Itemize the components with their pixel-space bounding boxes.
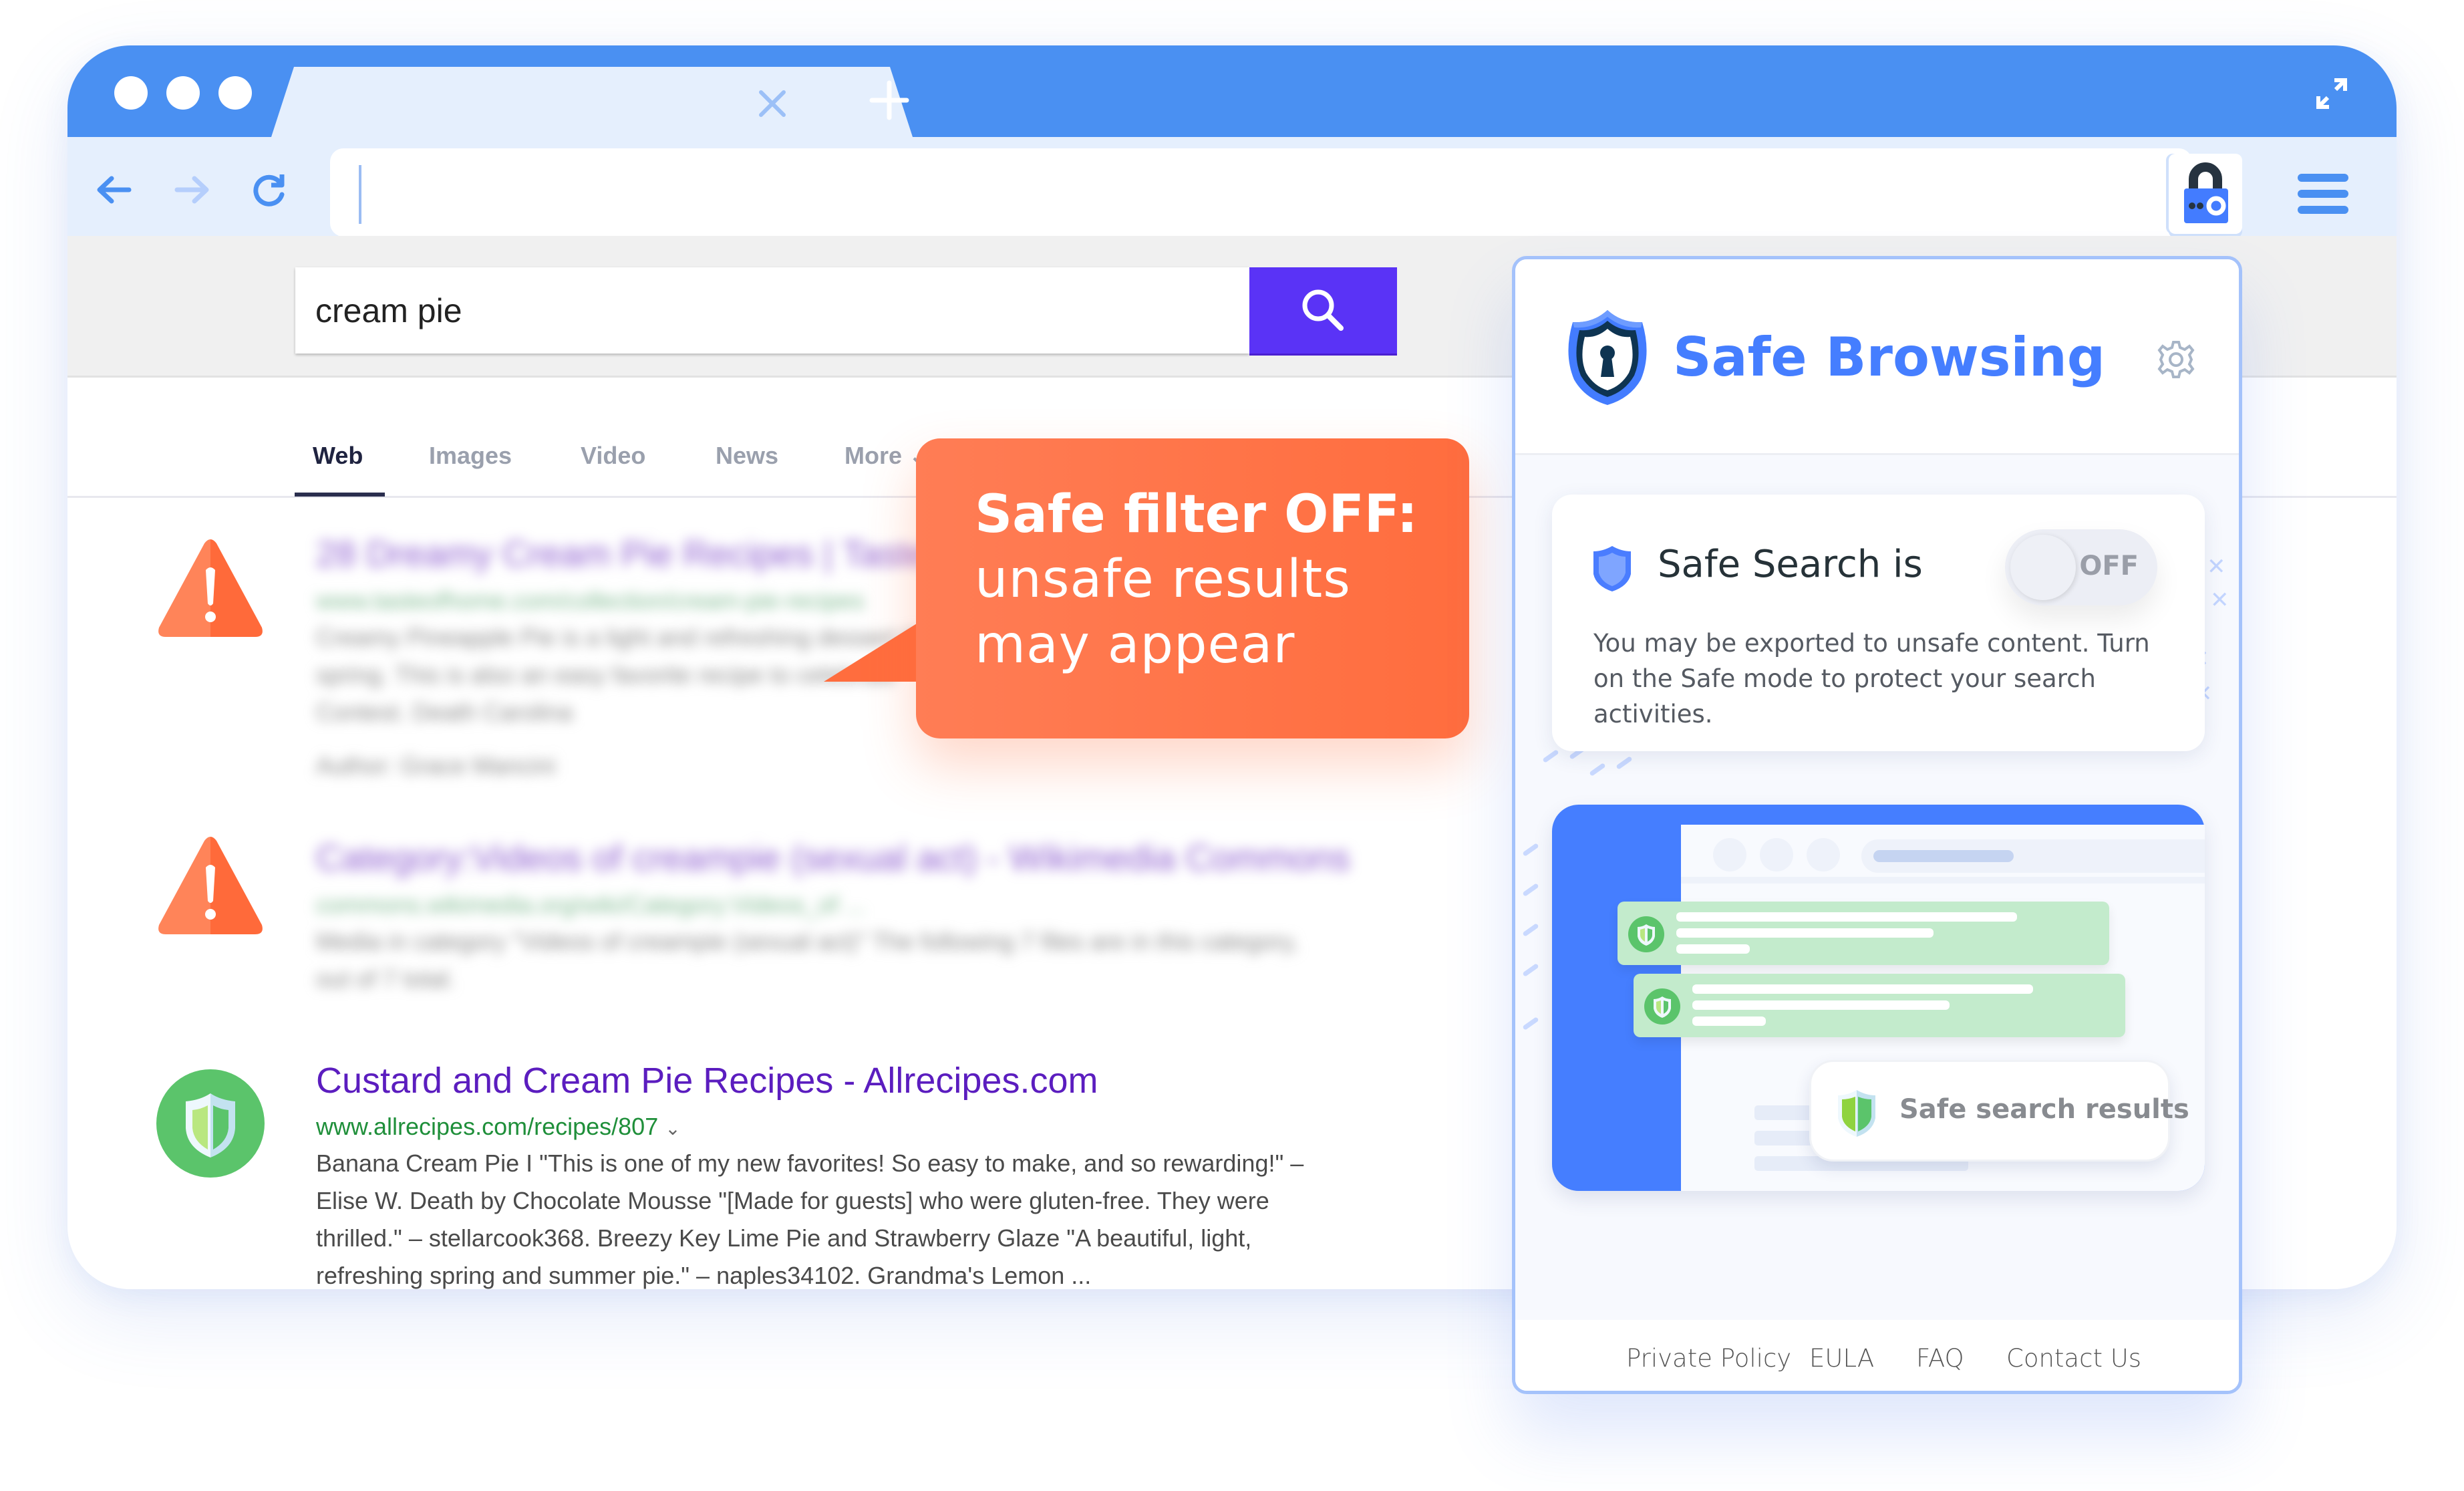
safe-badge-label: Safe search results — [1899, 1094, 2189, 1125]
shield-check-icon — [156, 1069, 265, 1178]
warning-icon — [158, 837, 263, 934]
shield-keyhole-icon — [1568, 310, 1647, 405]
result-snippet: Banana Cream Pie I "This is one of my ne… — [316, 1149, 1304, 1289]
text-caret — [359, 165, 361, 224]
browser-tab[interactable] — [271, 67, 913, 137]
toggle-knob — [2010, 535, 2076, 600]
hamburger-menu-icon[interactable] — [2298, 174, 2348, 214]
safe-search-description: You may be exported to unsafe content. T… — [1593, 629, 2150, 728]
footer-link-private-policy[interactable]: Private Policy — [1626, 1344, 1791, 1373]
illustration-safe-result — [1618, 902, 2109, 965]
result-url: commons.wikimedia.org/wiki/Category:Vide… — [316, 891, 865, 918]
result-url: www.tasteofhome.com/collection/cream-pie… — [316, 587, 865, 614]
search-input[interactable] — [295, 267, 1249, 354]
safe-search-results-badge: Safe search results — [1809, 1060, 2189, 1162]
shield-check-icon — [1644, 988, 1680, 1025]
arrow-left-icon[interactable] — [94, 170, 133, 209]
safe-results-illustration: Safe search results — [1552, 805, 2205, 1191]
safe-search-label: Safe Search is — [1658, 543, 1923, 586]
shield-icon — [1838, 1090, 1875, 1137]
browser-toolbar — [67, 137, 2397, 237]
search-button[interactable] — [1249, 267, 1397, 354]
result-meta: Author: Grace Mancini — [316, 752, 556, 779]
tab-bar — [67, 45, 2397, 137]
expand-icon[interactable] — [2316, 78, 2348, 110]
panel-header: Safe Browsing — [1515, 259, 2239, 455]
shield-check-icon — [1628, 916, 1664, 952]
active-tab-indicator — [295, 493, 385, 497]
tab-images[interactable]: Images — [429, 442, 512, 470]
search-icon — [1302, 289, 1344, 331]
gear-icon[interactable] — [2155, 338, 2197, 381]
safe-search-card: Safe Search is OFF You may be exported t… — [1552, 495, 2205, 751]
tab-video[interactable]: Video — [581, 442, 645, 470]
plus-icon[interactable] — [869, 80, 909, 120]
warning-callout: Safe filter OFF: unsafe results may appe… — [916, 438, 1469, 738]
tab-news[interactable]: News — [716, 442, 778, 470]
chevron-down-icon[interactable]: ⌄ — [665, 1118, 680, 1139]
brand-name: Safe Browsing — [1673, 326, 2106, 388]
toggle-state-label: OFF — [2079, 551, 2139, 581]
result-url-text: www.allrecipes.com/recipes/807 — [316, 1113, 659, 1140]
result-url[interactable]: www.allrecipes.com/recipes/807 ⌄ — [316, 1113, 681, 1141]
footer-link-faq[interactable]: FAQ — [1916, 1344, 1964, 1373]
safe-browsing-extension-button[interactable] — [2169, 154, 2242, 234]
lock-icon — [2184, 162, 2228, 223]
address-bar[interactable] — [330, 148, 2192, 237]
arrow-right-icon[interactable] — [173, 170, 212, 209]
reload-icon[interactable] — [250, 170, 289, 209]
result-title-link[interactable]: Custard and Cream Pie Recipes - Allrecip… — [316, 1060, 1098, 1101]
panel-footer: Private Policy EULA FAQ Contact Us — [1515, 1320, 2239, 1391]
footer-link-eula[interactable]: EULA — [1809, 1344, 1874, 1373]
result-snippet: Media in category "Videos of creampie (s… — [316, 928, 1299, 992]
close-icon[interactable] — [756, 87, 789, 120]
window-control-close[interactable] — [114, 76, 148, 110]
window-controls — [114, 76, 252, 110]
result-title[interactable]: Category:Videos of creampie (sexual act)… — [316, 837, 1350, 879]
illustration-safe-result — [1634, 974, 2125, 1037]
callout-text-line: may appear — [975, 615, 1295, 675]
window-control-maximize[interactable] — [218, 76, 252, 110]
tab-web[interactable]: Web — [313, 442, 363, 470]
safe-search-toggle[interactable]: OFF — [2005, 529, 2157, 605]
decor-mark: ✕ — [2207, 553, 2226, 580]
footer-link-contact-us[interactable]: Contact Us — [2006, 1344, 2141, 1373]
decor-mark: ✕ — [2210, 587, 2229, 614]
callout-heading: Safe filter OFF: — [975, 485, 1418, 545]
shield-icon — [1593, 546, 1631, 591]
callout-text-line: unsafe results — [975, 549, 1351, 609]
warning-icon — [158, 539, 263, 637]
safe-browsing-panel: Safe Browsing ✕ ✕ ✕ ✕ ✕ Safe Search is O… — [1512, 256, 2242, 1394]
window-control-minimize[interactable] — [166, 76, 200, 110]
